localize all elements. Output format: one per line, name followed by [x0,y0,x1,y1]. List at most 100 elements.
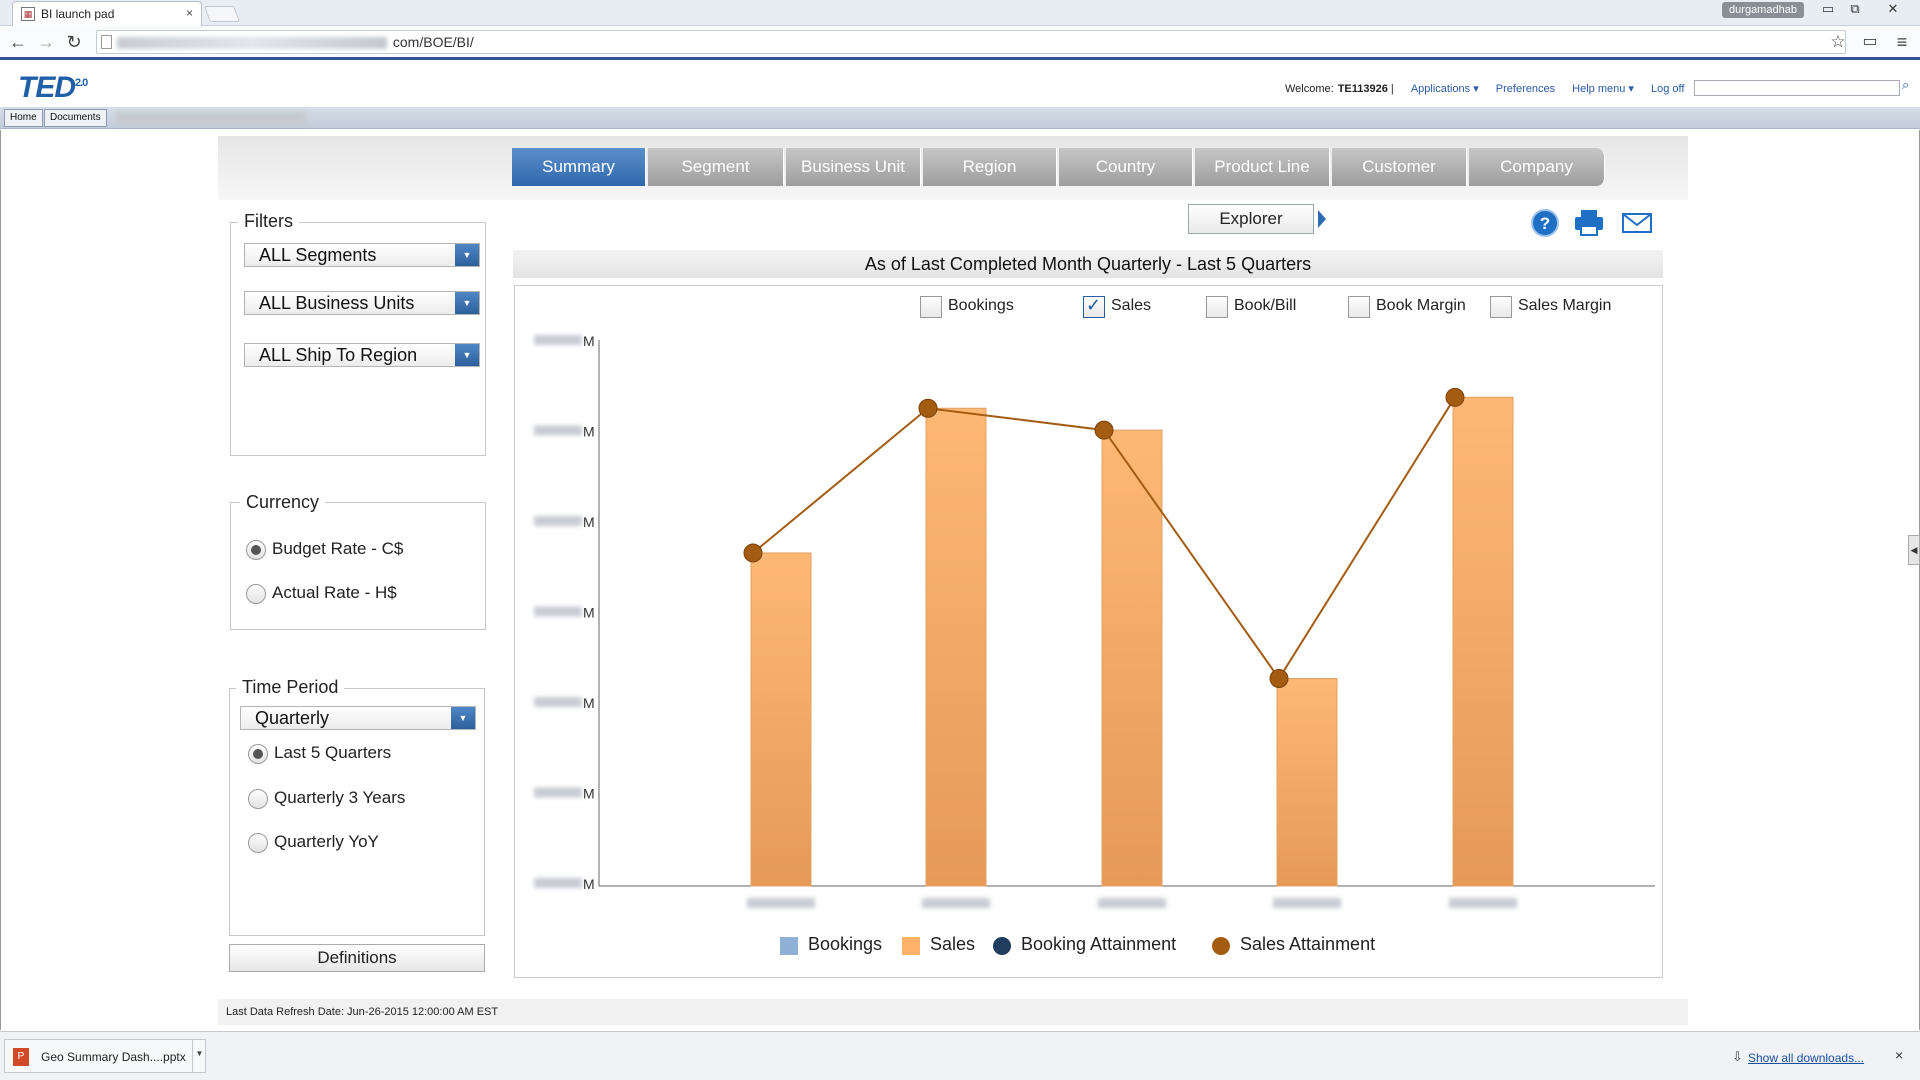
print-icon[interactable] [1572,208,1606,238]
checkbox-book-margin[interactable]: Book Margin [1348,296,1466,318]
window-close-icon[interactable]: ✕ [1880,1,1906,19]
checkbox-unchecked-icon[interactable] [920,296,942,318]
minimize-icon[interactable]: ▭ [1815,1,1841,19]
applications-menu[interactable]: Applications ▾ [1411,83,1479,95]
chevron-down-icon[interactable]: ▼ [455,244,479,266]
last-5-quarters-radio[interactable]: Last 5 Quarters [248,743,391,764]
user-id: TE113926 [1337,83,1388,95]
tab-country[interactable]: Country [1059,148,1193,186]
chevron-down-icon[interactable]: ▼ [451,707,475,729]
tab-title: BI launch pad [41,7,115,21]
definitions-button[interactable]: Definitions [229,944,485,972]
tab-customer[interactable]: Customer [1332,148,1467,186]
menu-icon[interactable]: ≡ [1890,31,1914,53]
tab-product-line[interactable]: Product Line [1195,148,1330,186]
time-period-dropdown[interactable]: Quarterly ▼ [240,706,476,730]
sales-bar[interactable] [925,407,987,887]
legend-item-sales-attainment[interactable]: Sales Attainment [1212,934,1375,955]
tab-summary[interactable]: Summary [512,148,646,186]
documents-button[interactable]: Documents [44,109,107,127]
help-menu[interactable]: Help menu ▾ [1572,83,1634,95]
blurred-document-tab[interactable] [116,112,306,124]
checkbox-label: Bookings [948,297,1014,314]
page-favicon-icon: ▦ [21,7,35,21]
segments-dropdown[interactable]: ALL Segments ▼ [244,243,480,267]
tab-company[interactable]: Company [1469,148,1605,186]
search-input[interactable] [1694,80,1900,96]
sales-bar[interactable] [1276,678,1338,887]
chevron-down-icon[interactable]: ▼ [455,292,479,314]
legend-item-sales[interactable]: Sales [902,934,975,955]
download-item[interactable]: P Geo Summary Dash....pptx ▼ [4,1039,206,1073]
help-icon[interactable]: ? [1528,208,1562,238]
sales-chart: M M M M M M M [534,333,1655,908]
legend-item-booking-attainment[interactable]: Booking Attainment [993,934,1176,955]
sales-attainment-point[interactable] [743,543,763,563]
radio-selected-icon[interactable] [248,744,268,764]
checkbox-book-bill[interactable]: Book/Bill [1206,296,1296,318]
checkbox-unchecked-icon[interactable] [1206,296,1228,318]
chevron-down-icon[interactable]: ▼ [455,344,479,366]
sales-attainment-point[interactable] [918,398,938,418]
quarterly-3-years-radio[interactable]: Quarterly 3 Years [248,788,405,809]
quarterly-yoy-radio[interactable]: Quarterly YoY [248,832,379,853]
side-collapse-handle[interactable]: ◀ [1908,535,1920,565]
sales-attainment-point[interactable] [1445,387,1465,407]
legend-item-bookings[interactable]: Bookings [780,934,882,955]
sales-bar[interactable] [1452,396,1514,887]
sales-bar[interactable] [750,552,812,887]
explorer-arrow-icon[interactable] [1318,210,1326,228]
show-all-downloads-link[interactable]: Show all downloads... [1748,1051,1864,1065]
business-units-value: ALL Business Units [259,293,415,313]
time-period-title: Time Period [236,677,345,698]
forward-icon[interactable]: → [34,31,58,53]
search-icon[interactable]: ⌕ [1902,77,1909,93]
radio-unselected-icon[interactable] [248,833,268,853]
shelf-close-icon[interactable]: × [1895,1047,1903,1063]
tab-close-icon[interactable]: × [186,6,193,20]
radio-selected-icon[interactable] [246,540,266,560]
browser-tab[interactable]: ▦ BI launch pad × [12,1,202,26]
chevron-down-icon[interactable]: ▼ [192,1039,206,1073]
browser-toolbar: ← → ↻ com/BOE/BI/ ☆ ▭ ≡ [0,26,1920,60]
powerpoint-file-icon: P [13,1048,29,1066]
email-icon[interactable] [1620,208,1654,238]
home-button[interactable]: Home [4,109,43,127]
logoff-link[interactable]: Log off [1651,83,1684,95]
sales-attainment-point[interactable] [1269,669,1289,689]
checkbox-sales[interactable]: Sales [1083,295,1151,318]
ted-logo: TED2.0 [18,71,88,104]
restore-icon[interactable]: ⧉ [1842,1,1868,19]
sales-attainment-point[interactable] [1094,420,1114,440]
address-bar[interactable]: com/BOE/BI/ [96,30,1846,54]
reload-icon[interactable]: ↻ [62,31,86,53]
explorer-button[interactable]: Explorer [1188,204,1314,234]
business-units-dropdown[interactable]: ALL Business Units ▼ [244,291,480,315]
checkbox-unchecked-icon[interactable] [1490,296,1512,318]
ship-to-region-dropdown[interactable]: ALL Ship To Region ▼ [244,343,480,367]
checkbox-unchecked-icon[interactable] [1348,296,1370,318]
bookmark-star-icon[interactable]: ☆ [1826,31,1850,53]
actual-rate-radio[interactable]: Actual Rate - H$ [246,583,397,604]
checkbox-sales-margin[interactable]: Sales Margin [1490,296,1611,318]
tab-segment[interactable]: Segment [648,148,784,186]
last-refresh-label: Last Data Refresh Date: Jun-26-2015 12:0… [218,999,1688,1025]
welcome-label: Welcome: [1285,83,1334,95]
legend-swatch-icon [902,937,920,955]
profile-badge[interactable]: durgamadhab [1722,2,1804,18]
budget-rate-radio[interactable]: Budget Rate - C$ [246,539,403,560]
back-icon[interactable]: ← [6,31,30,53]
tab-region[interactable]: Region [923,148,1057,186]
preferences-link[interactable]: Preferences [1496,83,1555,95]
radio-unselected-icon[interactable] [246,584,266,604]
y-tick-label-blurred [534,787,582,798]
tab-business-unit[interactable]: Business Unit [786,148,921,186]
time-period-value: Quarterly [255,708,330,728]
checkbox-bookings[interactable]: Bookings [920,296,1014,318]
checkbox-checked-icon[interactable] [1083,295,1105,318]
browser-tab-strip: ▦ BI launch pad × durgamadhab ▭ ⧉ ✕ [0,0,1920,26]
cast-icon[interactable]: ▭ [1858,31,1882,53]
radio-unselected-icon[interactable] [248,789,268,809]
actual-rate-label: Actual Rate - H$ [272,583,397,602]
new-tab-button[interactable] [204,6,240,22]
